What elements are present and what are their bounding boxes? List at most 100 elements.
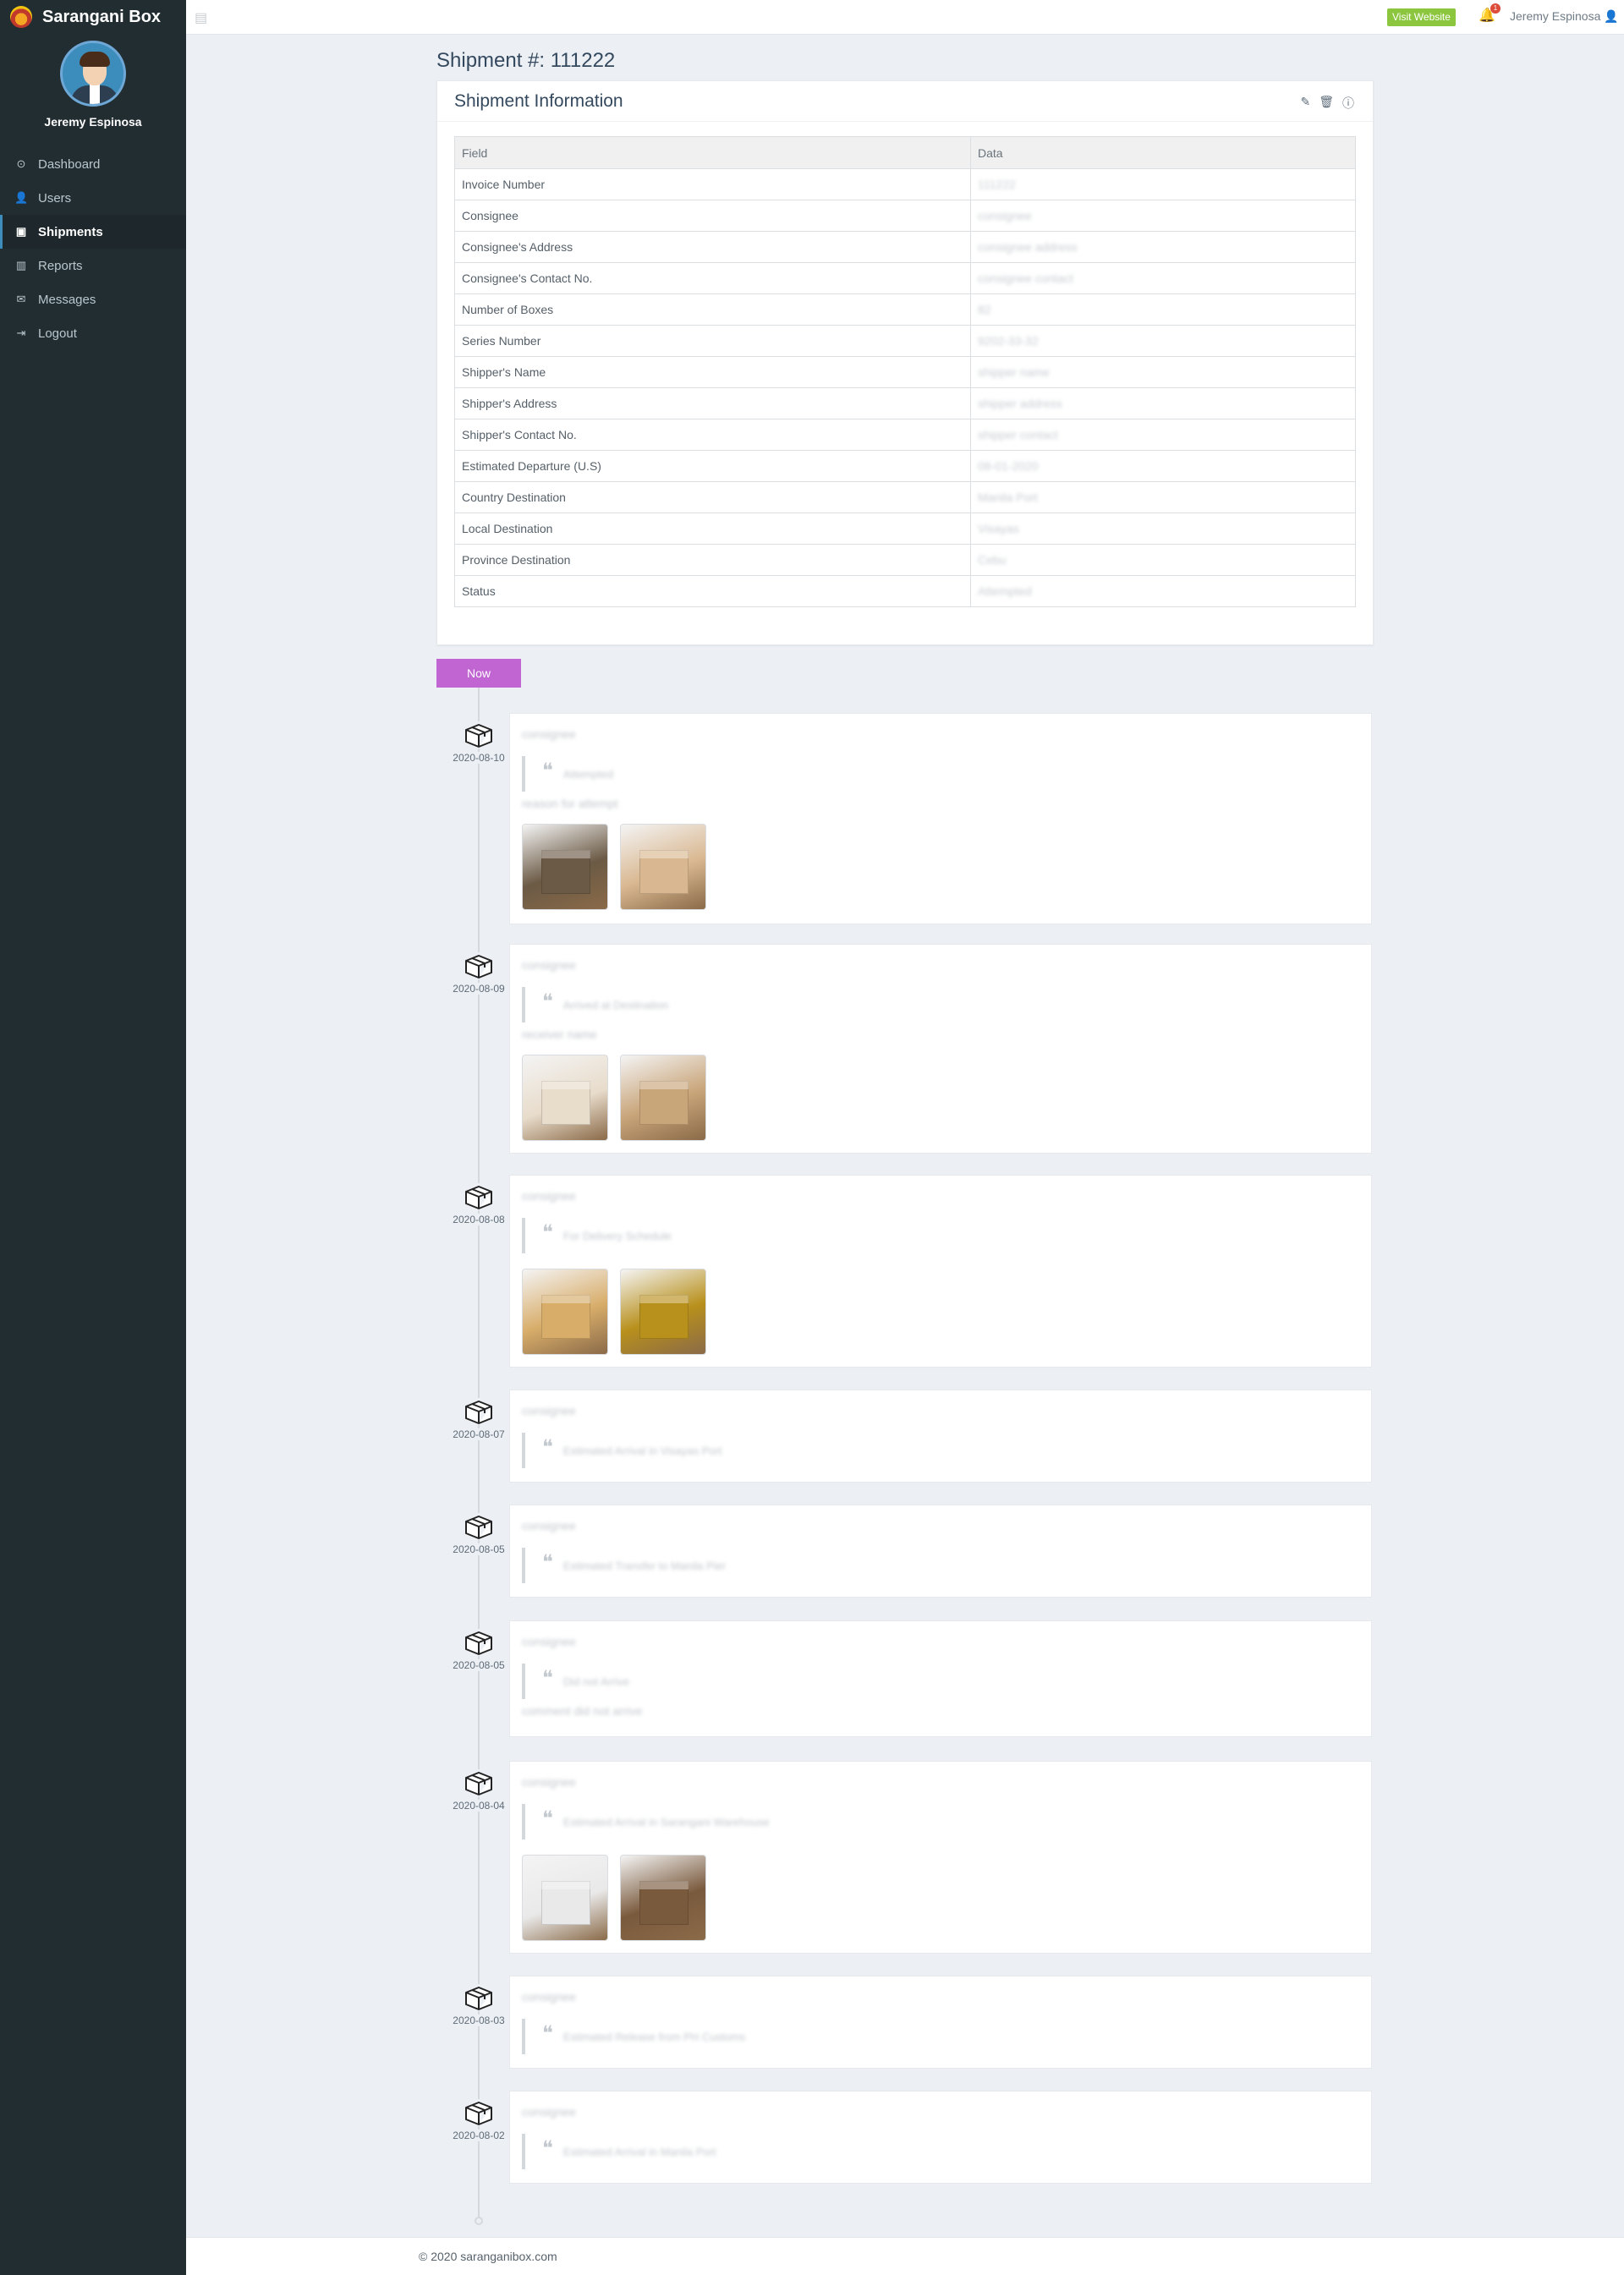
entry-images	[522, 824, 706, 910]
data-cell: shipper name	[970, 356, 1356, 388]
box-icon	[462, 1629, 496, 1656]
sidebar-item-label: Reports	[38, 258, 83, 273]
entry-quote: ❝ Did not Arrive	[522, 1664, 629, 1699]
sidebar-item-reports[interactable]: ▥ Reports	[0, 249, 186, 282]
sidebar-item-logout[interactable]: ⇥ Logout	[0, 316, 186, 350]
brand[interactable]: Sarangani Box	[0, 0, 186, 34]
entry-images	[522, 1055, 706, 1141]
now-button[interactable]: Now	[436, 659, 521, 688]
box-icon	[462, 1183, 496, 1210]
table-row: Estimated Departure (U.S) 08-01-2020	[454, 450, 1356, 482]
quote-icon: ❝	[542, 2136, 553, 2160]
quote-icon: ❝	[542, 2021, 553, 2045]
timeline-entry: consignee ❝ Attempted reason for attempt	[509, 713, 1372, 924]
quote-icon: ❝	[542, 1806, 553, 1830]
sidebar-item-shipments[interactable]: ▣ Shipments	[0, 215, 186, 249]
quote-icon: ❝	[542, 1550, 553, 1574]
field-cell: Number of Boxes	[454, 293, 971, 326]
entry-status: For Delivery Schedule	[562, 1229, 672, 1242]
table-row: Status Attempted	[454, 575, 1356, 607]
table-row: Consignee consignee	[454, 200, 1356, 232]
info-icon[interactable]: ⓘ	[1342, 95, 1354, 112]
entry-image[interactable]	[620, 824, 706, 910]
data-cell: Visayas	[970, 513, 1356, 545]
shipment-info-table: Field Data Invoice Number 111222 Consignee…	[454, 136, 1356, 607]
data-cell: consignee address	[970, 231, 1356, 263]
entry-image[interactable]	[522, 1055, 608, 1141]
entry-date: 2020-08-02	[440, 2130, 518, 2141]
data-cell: 82	[970, 293, 1356, 326]
sidebar-toggle-icon[interactable]: ▤	[195, 9, 207, 26]
field-cell: Consignee	[454, 200, 971, 232]
entry-status: Estimated Transfer to Manila Pier	[562, 1559, 727, 1572]
entry-image[interactable]	[522, 824, 608, 910]
table-row: Shipper's Address shipper address	[454, 387, 1356, 419]
brand-logo	[10, 6, 32, 28]
visit-website-button[interactable]: Visit Website	[1387, 8, 1456, 26]
entry-name: consignee	[522, 1189, 576, 1203]
box-icon	[462, 721, 496, 748]
entry-quote: ❝ Estimated Arrival in Visayas Port	[522, 1433, 722, 1468]
entry-image[interactable]	[620, 1855, 706, 1941]
data-cell: shipper contact	[970, 419, 1356, 451]
top-user-menu[interactable]: Jeremy Espinosa 👤	[1510, 9, 1619, 24]
table-row: Country Destination Manila Port	[454, 481, 1356, 513]
entry-name: consignee	[522, 1404, 576, 1417]
quote-icon: ❝	[542, 1435, 553, 1459]
sidebar-item-label: Messages	[38, 292, 96, 307]
entry-name: consignee	[522, 1635, 576, 1648]
entry-comment: comment did not arrive	[522, 1704, 643, 1718]
data-cell: consignee	[970, 200, 1356, 232]
entry-images	[522, 1269, 706, 1355]
sidebar-item-users[interactable]: 👤 Users	[0, 181, 186, 215]
entry-name: consignee	[522, 727, 576, 741]
entry-date: 2020-08-05	[440, 1543, 518, 1555]
table-row: Invoice Number 111222	[454, 168, 1356, 200]
entry-status: Estimated Arrival in Manila Port	[562, 2145, 716, 2158]
avatar	[60, 41, 126, 107]
page-title: Shipment #: 111222	[436, 49, 616, 72]
sidebar-item-messages[interactable]: ✉ Messages	[0, 282, 186, 316]
field-cell: Series Number	[454, 325, 971, 357]
entry-image[interactable]	[620, 1269, 706, 1355]
trash-icon[interactable]: 🗑	[1319, 95, 1334, 112]
entry-quote: ❝ Estimated Arrival in Sarangani Warehous…	[522, 1804, 770, 1839]
edit-icon[interactable]: ✎	[1300, 95, 1310, 112]
quote-icon: ❝	[542, 1666, 553, 1690]
sidebar-item-dashboard[interactable]: ⊙ Dashboard	[0, 147, 186, 181]
entry-status: Did not Arrive	[562, 1675, 629, 1688]
timeline-entry: consignee ❝ Estimated Release from PH Cust…	[509, 1976, 1372, 2069]
bar-chart-icon: ▥	[15, 259, 27, 271]
table-row: Series Number 9202-33-32	[454, 325, 1356, 357]
entry-image[interactable]	[522, 1855, 608, 1941]
entry-date: 2020-08-09	[440, 983, 518, 995]
data-cell: 08-01-2020	[970, 450, 1356, 482]
footer: © 2020 saranganibox.com	[186, 2237, 1624, 2275]
top-bar: ▤ Visit Website 🔔 1 Jeremy Espinosa 👤	[186, 0, 1624, 35]
top-user-name: Jeremy Espinosa	[1510, 9, 1601, 23]
user-icon: 👤	[14, 191, 29, 204]
entry-date: 2020-08-10	[440, 752, 518, 764]
timeline-entry: consignee ❝ Estimated Arrival in Manila Po…	[509, 2091, 1372, 2184]
footer-text: © 2020 saranganibox.com	[419, 2250, 557, 2263]
entry-image[interactable]	[620, 1055, 706, 1141]
timeline-entry: consignee ❝ Arrived at Destination receiver…	[509, 944, 1372, 1154]
entry-date: 2020-08-03	[440, 2015, 518, 2026]
data-cell: Attempted	[970, 575, 1356, 607]
data-cell: Cebu	[970, 544, 1356, 576]
table-row: Shipper's Name shipper name	[454, 356, 1356, 388]
entry-name: consignee	[522, 958, 576, 972]
shipment-info-card: Shipment Information ✎ 🗑 ⓘ Field Data In…	[436, 80, 1374, 645]
entry-image[interactable]	[522, 1269, 608, 1355]
field-cell: Country Destination	[454, 481, 971, 513]
dashboard-icon: ⊙	[16, 157, 26, 170]
sidebar: Sarangani Box Jeremy Espinosa ⊙ Dashboard…	[0, 0, 186, 2275]
field-cell: Consignee's Address	[454, 231, 971, 263]
field-cell: Local Destination	[454, 513, 971, 545]
table-row: Shipper's Contact No. shipper contact	[454, 419, 1356, 451]
data-cell: 111222	[970, 168, 1356, 200]
data-cell: Manila Port	[970, 481, 1356, 513]
sidebar-item-label: Users	[38, 190, 72, 206]
entry-quote: ❝ Estimated Release from PH Customs	[522, 2019, 745, 2054]
field-cell: Consignee's Contact No.	[454, 262, 971, 294]
